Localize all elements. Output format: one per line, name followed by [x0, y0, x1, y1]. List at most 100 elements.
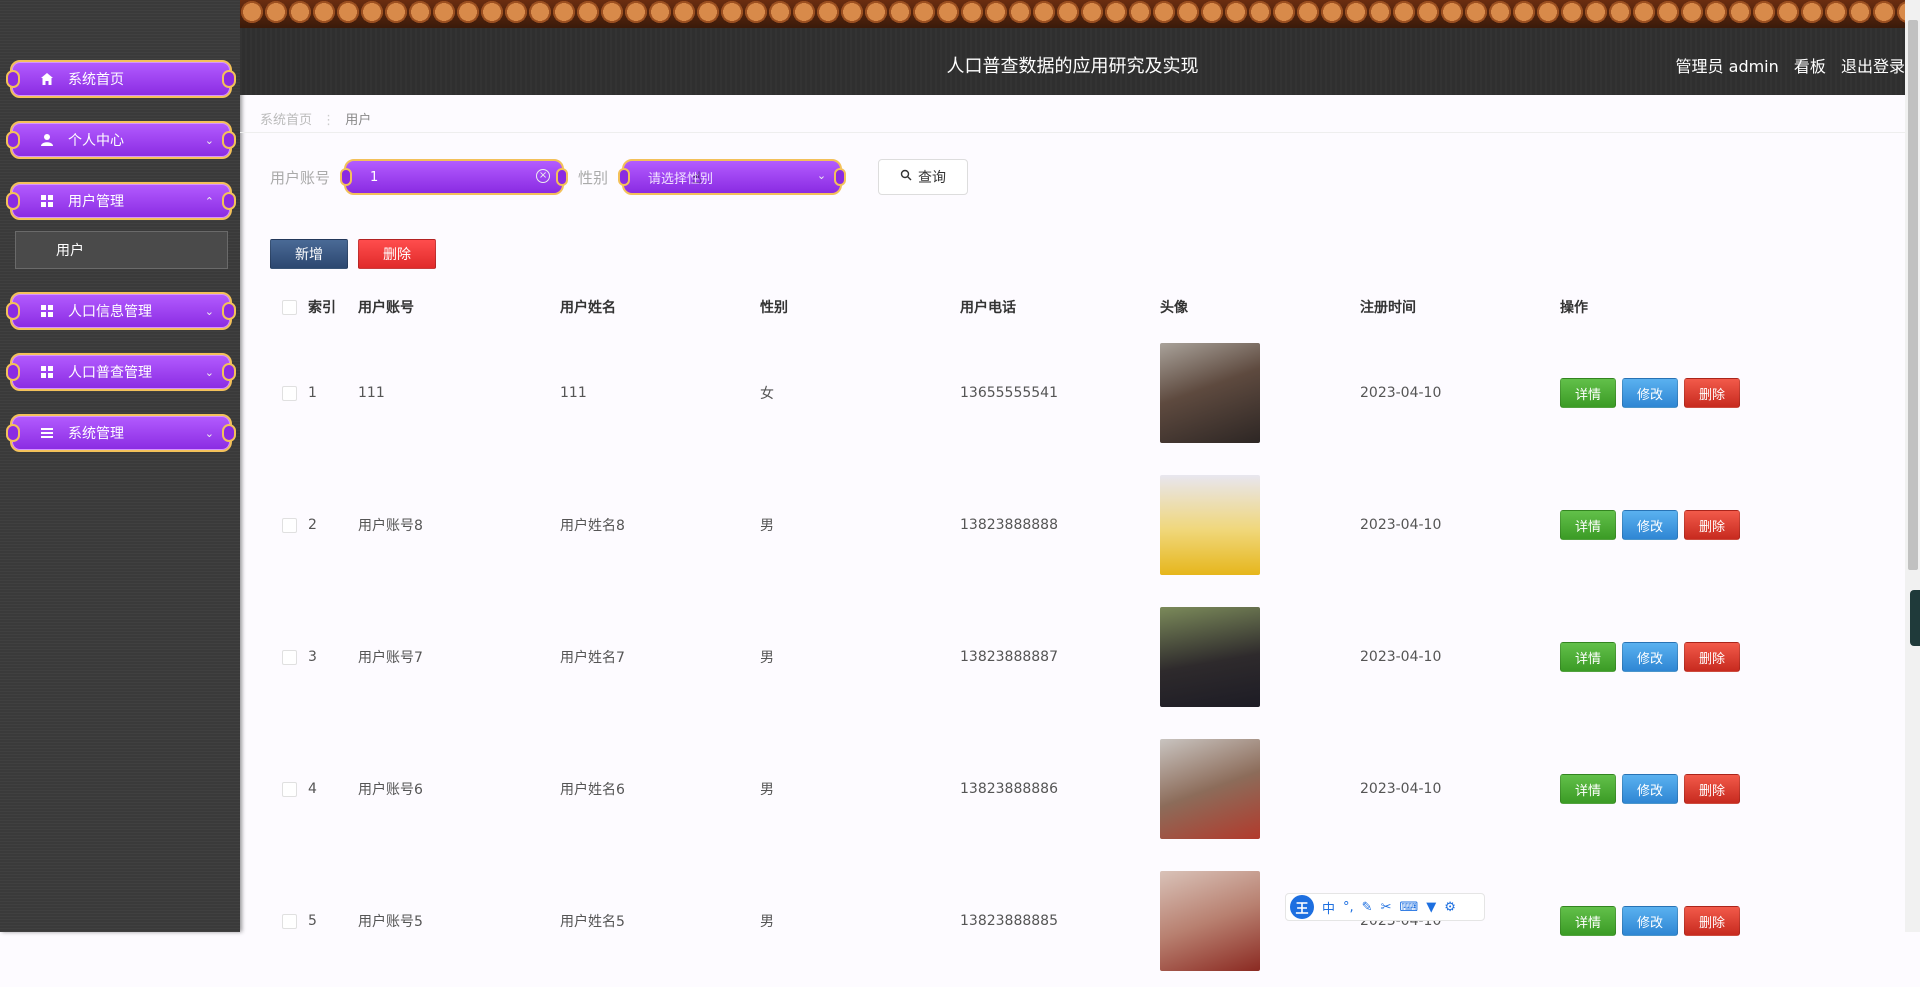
top-header: 人口普查数据的应用研究及实现 管理员 admin 看板 退出登录 [240, 0, 1905, 95]
menu-knob [222, 70, 236, 88]
table-row: 4 用户账号6 用户姓名6 男 13823888886 2023-04-10 详… [270, 723, 1870, 855]
ime-logo-icon[interactable]: 王 [1290, 895, 1314, 919]
row-checkbox[interactable] [281, 649, 297, 665]
settings-gear-icon[interactable]: ⚙ [1444, 900, 1456, 915]
detail-button[interactable]: 详情 [1560, 642, 1616, 672]
sidebar-item-label: 系统首页 [68, 72, 124, 88]
divider [240, 132, 1905, 133]
sidebar-item-user-management[interactable]: 用户管理 ⌃ [6, 182, 236, 220]
pen-icon[interactable]: ✎ [1362, 900, 1373, 915]
row-checkbox[interactable] [281, 781, 297, 797]
admin-label: 管理员 admin [1675, 57, 1779, 76]
sidebar-item-system[interactable]: 系统管理 ⌄ [6, 414, 236, 452]
breadcrumb-home[interactable]: 系统首页 [260, 113, 312, 128]
sidebar-item-census[interactable]: 人口普查管理 ⌄ [6, 353, 236, 391]
row-actions: 详情 修改 删除 [1560, 642, 1860, 672]
input-knob [340, 168, 353, 186]
cell-account: 用户账号6 [358, 782, 423, 798]
edit-button[interactable]: 修改 [1622, 774, 1678, 804]
skin-icon[interactable]: ▼ [1426, 900, 1436, 915]
detail-button[interactable]: 详情 [1560, 378, 1616, 408]
cell-account: 用户账号8 [358, 518, 423, 534]
row-actions: 详情 修改 删除 [1560, 510, 1860, 540]
chevron-up-icon: ⌃ [204, 195, 214, 208]
side-panel-tab[interactable] [1910, 590, 1920, 646]
input-knob [618, 168, 631, 186]
decorative-border [240, 0, 1905, 28]
sidebar-item-personal-center[interactable]: 个人中心 ⌄ [6, 121, 236, 159]
sidebar-subitem-user[interactable]: 用户 [15, 231, 228, 269]
clear-icon[interactable]: × [536, 169, 551, 183]
menu-knob [222, 192, 236, 210]
search-button-label: 查询 [918, 170, 947, 186]
cell-index: 2 [308, 517, 317, 533]
table-row: 2 用户账号8 用户姓名8 男 13823888888 2023-04-10 详… [270, 459, 1870, 591]
cell-phone: 13823888886 [960, 781, 1058, 797]
account-input[interactable]: 1 × [340, 159, 569, 195]
menu-knob [6, 302, 20, 320]
sidebar: 系统首页 个人中心 ⌄ 用户管理 ⌃ 用户 人口信息管理 ⌄ 人口普查管理 ⌄ … [0, 0, 240, 932]
cell-account: 用户账号5 [358, 914, 423, 930]
home-icon [38, 72, 56, 86]
cell-gender: 女 [760, 386, 774, 402]
row-checkbox[interactable] [281, 385, 297, 401]
app-title: 人口普查数据的应用研究及实现 [946, 56, 1199, 77]
ime-mode-toggle[interactable]: 中 [1322, 898, 1335, 917]
chevron-down-icon: ⌄ [816, 169, 827, 182]
logout-link[interactable]: 退出登录 [1841, 57, 1905, 76]
chevron-down-icon: ⌄ [204, 305, 214, 318]
cell-gender: 男 [760, 782, 774, 798]
menu-knob [222, 424, 236, 442]
punctuation-icon[interactable]: °, [1343, 900, 1354, 915]
scrollbar-thumb[interactable] [1908, 20, 1918, 570]
cell-index: 5 [308, 913, 317, 929]
page-scrollbar[interactable] [1905, 0, 1920, 932]
delete-button[interactable]: 删除 [1684, 642, 1740, 672]
table-header: 索引 用户账号 用户姓名 性别 用户电话 头像 注册时间 操作 [270, 287, 1870, 327]
gender-select[interactable]: 请选择性别 ⌄ [618, 159, 847, 195]
edit-button[interactable]: 修改 [1622, 378, 1678, 408]
sidebar-item-population-info[interactable]: 人口信息管理 ⌄ [6, 292, 236, 330]
cell-phone: 13655555541 [960, 385, 1058, 401]
chevron-down-icon: ⌄ [204, 366, 214, 379]
user-table: 索引 用户账号 用户姓名 性别 用户电话 头像 注册时间 操作 1 111 11… [270, 287, 1870, 987]
column-header: 用户姓名 [560, 300, 616, 316]
avatar [1160, 475, 1260, 575]
menu-knob [222, 363, 236, 381]
delete-button[interactable]: 删除 [1684, 510, 1740, 540]
cell-phone: 13823888885 [960, 913, 1058, 929]
cell-register-time: 2023-04-10 [1360, 517, 1442, 533]
sidebar-item-label: 用户管理 [68, 194, 124, 210]
keyboard-icon[interactable]: ⌨ [1399, 900, 1418, 915]
row-checkbox[interactable] [281, 913, 297, 929]
cell-gender: 男 [760, 650, 774, 666]
edit-button[interactable]: 修改 [1622, 642, 1678, 672]
table-row: 1 111 111 女 13655555541 2023-04-10 详情 修改… [270, 327, 1870, 459]
delete-button[interactable]: 删除 [1684, 774, 1740, 804]
detail-button[interactable]: 详情 [1560, 510, 1616, 540]
grid-icon [38, 365, 56, 379]
cell-name: 用户姓名7 [560, 650, 625, 666]
user-area: 管理员 admin 看板 退出登录 [1666, 53, 1905, 77]
row-checkbox[interactable] [281, 517, 297, 533]
batch-delete-button[interactable]: 删除 [358, 239, 436, 269]
detail-button[interactable]: 详情 [1560, 774, 1616, 804]
table-row: 3 用户账号7 用户姓名7 男 13823888887 2023-04-10 详… [270, 591, 1870, 723]
avatar [1160, 343, 1260, 443]
cell-name: 用户姓名6 [560, 782, 625, 798]
sidebar-item-home[interactable]: 系统首页 [6, 60, 236, 98]
add-button[interactable]: 新增 [270, 239, 348, 269]
menu-knob [6, 363, 20, 381]
breadcrumb-separator-icon: ⋮ [322, 113, 336, 128]
hand-cursor-icon: ☝ [692, 168, 702, 187]
column-header: 索引 [308, 300, 336, 316]
cell-gender: 男 [760, 518, 774, 534]
input-knob [834, 168, 847, 186]
select-all-checkbox[interactable] [281, 299, 297, 315]
delete-button[interactable]: 删除 [1684, 378, 1740, 408]
scissors-icon[interactable]: ✂ [1381, 900, 1392, 915]
dashboard-link[interactable]: 看板 [1794, 57, 1826, 76]
search-button[interactable]: 查询 [878, 159, 969, 195]
menu-knob [222, 302, 236, 320]
edit-button[interactable]: 修改 [1622, 510, 1678, 540]
